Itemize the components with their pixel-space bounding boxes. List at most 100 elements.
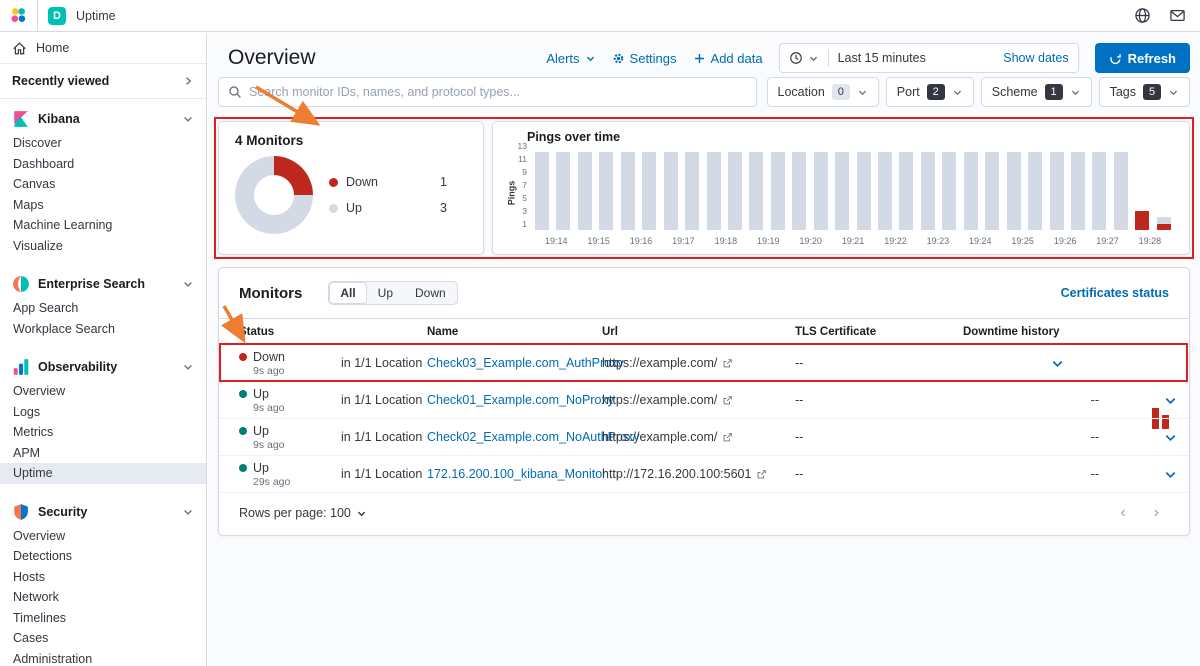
monitor-url-link[interactable]: https://example.com/	[602, 430, 795, 444]
alerts-dropdown[interactable]: Alerts	[546, 51, 595, 66]
legend-item-down[interactable]: Down 1	[329, 175, 447, 189]
globe-icon[interactable]	[1134, 7, 1151, 24]
snapshot-panel: 4 Monitors Down 1 Up 3	[218, 121, 484, 255]
table-row[interactable]: Down 9s ago in 1/1 Location Check03_Example…	[219, 343, 1189, 429]
sidebar-item-cases[interactable]: Cases	[0, 628, 206, 649]
chevron-down-icon	[1163, 393, 1178, 408]
time-range-label[interactable]: Last 15 minutes	[838, 51, 926, 65]
search-input[interactable]	[249, 85, 747, 99]
column-header-name[interactable]: Name	[427, 326, 602, 338]
ping-bar	[835, 146, 850, 230]
sidebar-section-security[interactable]: Security	[0, 498, 206, 526]
show-dates-link[interactable]: Show dates	[1003, 51, 1068, 65]
elastic-logo[interactable]	[10, 7, 27, 24]
settings-button[interactable]: Settings	[612, 51, 677, 66]
sidebar-item-apm[interactable]: APM	[0, 443, 206, 464]
pings-chart: Pings 1 3 5 7 9 11 13 19:14 19:15 19:16 19:17 19:1…	[503, 141, 1177, 258]
sidebar-item-network[interactable]: Network	[0, 587, 206, 608]
refresh-button[interactable]: Refresh	[1094, 43, 1190, 73]
rows-per-page-button[interactable]: Rows per page: 100	[239, 506, 367, 520]
sidebar-item-metrics[interactable]: Metrics	[0, 422, 206, 443]
sidebar-section-enterprise-search[interactable]: Enterprise Search	[0, 270, 206, 298]
status-label: Up	[253, 423, 269, 438]
filter-location[interactable]: Location 0	[766, 77, 879, 107]
expand-row-button[interactable]	[1151, 393, 1189, 408]
breadcrumb[interactable]: Uptime	[76, 9, 116, 23]
filter-tags[interactable]: Tags 5	[1098, 77, 1190, 107]
last-check-time: 9s ago	[253, 401, 285, 414]
tab-all[interactable]: All	[329, 282, 367, 304]
x-tick-label: 19:18	[714, 236, 738, 246]
sidebar-item-home[interactable]: Home	[0, 33, 206, 63]
sidebar-item-visualize[interactable]: Visualize	[0, 236, 206, 257]
expand-row-button[interactable]	[1151, 467, 1189, 482]
sidebar-item-dashboard[interactable]: Dashboard	[0, 154, 206, 175]
ping-bar	[899, 146, 914, 230]
sidebar-section-observability[interactable]: Observability	[0, 353, 206, 381]
table-row[interactable]: Up 29s ago in 1/1 Location 172.16.200.100_k…	[219, 456, 1189, 493]
sidebar-item-administration[interactable]: Administration	[0, 649, 206, 666]
sidebar-item-machine-learning[interactable]: Machine Learning	[0, 215, 206, 236]
sidebar-item-workplace-search[interactable]: Workplace Search	[0, 319, 206, 340]
certificates-status-link[interactable]: Certificates status	[1061, 286, 1169, 300]
filter-scheme[interactable]: Scheme 1	[980, 77, 1092, 107]
sidebar-item-logs[interactable]: Logs	[0, 402, 206, 423]
legend-dot	[329, 177, 338, 187]
sidebar-section-kibana[interactable]: Kibana	[0, 105, 206, 133]
next-page-button[interactable]: ›	[1154, 504, 1159, 522]
monitor-name-link[interactable]: Check02_Example.com_NoAuthProxy	[427, 430, 640, 444]
monitor-name-link[interactable]: 172.16.200.100_kibana_Monitor	[427, 467, 606, 481]
external-link-icon	[756, 469, 767, 480]
ping-bar	[1049, 146, 1064, 230]
sidebar-item-detections[interactable]: Detections	[0, 546, 206, 567]
sidebar-item-maps[interactable]: Maps	[0, 195, 206, 216]
mail-icon[interactable]	[1169, 7, 1186, 24]
chevron-down-icon	[182, 506, 194, 518]
sidebar-item-canvas[interactable]: Canvas	[0, 174, 206, 195]
filter-port[interactable]: Port 2	[885, 77, 974, 107]
kibana-uptime-app: D Uptime Home Recently viewed Kibana Dis…	[0, 0, 1200, 666]
table-row[interactable]: Up 9s ago in 1/1 Location Check02_Example.c…	[219, 419, 1189, 456]
refresh-label: Refresh	[1127, 50, 1176, 66]
date-picker[interactable]: Last 15 minutes Show dates	[778, 43, 1079, 73]
monitor-name-link[interactable]: Check01_Example.com_NoProxy	[427, 393, 614, 407]
column-header-downtime-history[interactable]: Downtime history	[963, 326, 1151, 338]
monitor-url-link[interactable]: https://example.com/	[602, 393, 795, 407]
column-header-status[interactable]: Status	[239, 326, 341, 338]
prev-page-button[interactable]: ‹	[1120, 504, 1125, 522]
sidebar-item-uptime[interactable]: Uptime	[0, 463, 206, 484]
sidebar-recently-viewed[interactable]: Recently viewed	[0, 64, 206, 98]
legend-label: Up	[346, 201, 362, 215]
column-header-url[interactable]: Url	[602, 326, 795, 338]
space-badge[interactable]: D	[48, 6, 66, 25]
table-row[interactable]: Up 9s ago in 1/1 Location Check01_Example.c…	[219, 382, 1189, 419]
legend-item-up[interactable]: Up 3	[329, 201, 447, 215]
tab-down[interactable]: Down	[404, 282, 457, 304]
ping-bar	[1113, 146, 1128, 230]
status-label: Up	[253, 460, 269, 475]
sidebar-item-hosts[interactable]: Hosts	[0, 567, 206, 588]
expand-row-button[interactable]	[1151, 430, 1189, 445]
legend-label: Down	[346, 175, 378, 189]
ping-bar	[599, 146, 614, 230]
sidebar-item-app-search[interactable]: App Search	[0, 298, 206, 319]
sidebar-item-overview[interactable]: Overview	[0, 381, 206, 402]
ping-bar	[1156, 146, 1171, 230]
gear-icon	[613, 53, 623, 63]
pings-x-labels: 19:14 19:15 19:16 19:17 19:18 19:19 19:20 19:21…	[535, 236, 1171, 246]
add-data-button[interactable]: Add data	[693, 51, 763, 66]
ping-bar	[813, 146, 828, 230]
sidebar-item-overview[interactable]: Overview	[0, 526, 206, 547]
tab-up[interactable]: Up	[367, 282, 404, 304]
sidebar-item-discover[interactable]: Discover	[0, 133, 206, 154]
clock-icon[interactable]	[789, 51, 803, 65]
ping-bar	[963, 146, 978, 230]
external-link-icon	[722, 432, 733, 443]
chevron-right-icon	[182, 75, 194, 87]
refresh-icon	[1109, 53, 1121, 64]
divider	[0, 98, 206, 99]
monitor-url-link[interactable]: http://172.16.200.100:5601	[602, 467, 795, 481]
column-header-tls-certificate[interactable]: TLS Certificate	[795, 326, 963, 338]
location-cell: in 1/1 Location	[341, 393, 423, 407]
sidebar-item-timelines[interactable]: Timelines	[0, 608, 206, 629]
